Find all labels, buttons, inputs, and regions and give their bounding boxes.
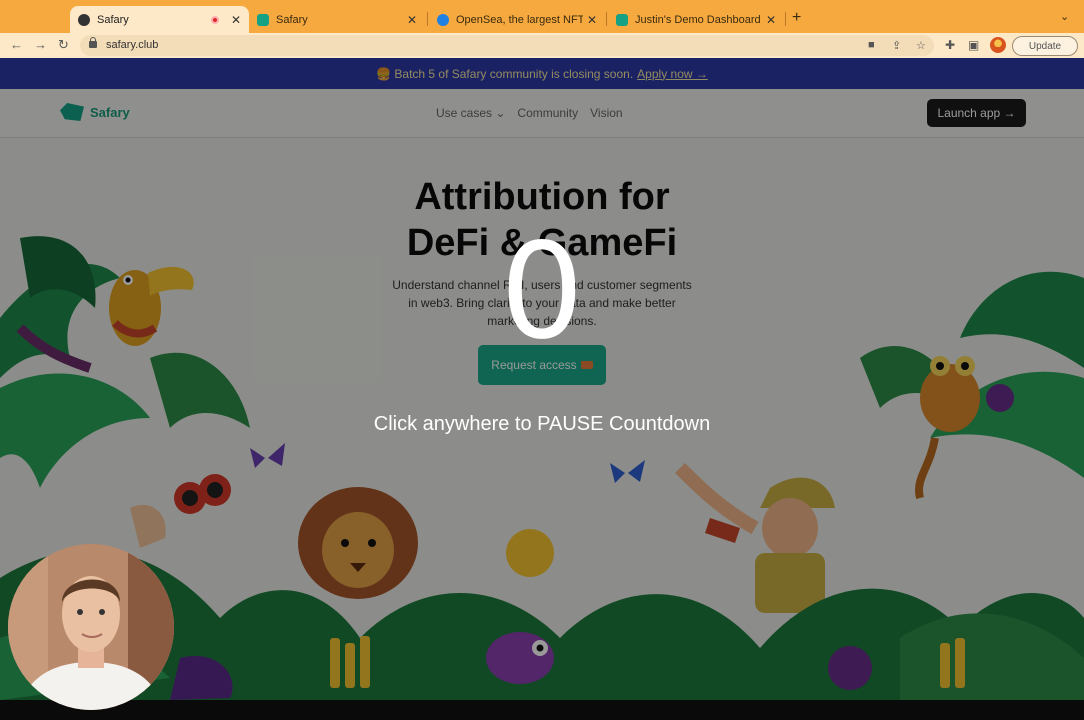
address-bar[interactable]: safary.club ■ ⇪ ☆ bbox=[80, 35, 934, 56]
tab-title: OpenSea, the largest NFT mar bbox=[456, 13, 583, 26]
tab-dashboard[interactable]: Justin's Demo Dashboard [Dem ✕ bbox=[608, 6, 784, 33]
tab-title: Justin's Demo Dashboard [Dem bbox=[635, 13, 762, 26]
reload-icon[interactable]: ↻ bbox=[58, 37, 69, 53]
forward-arrow-icon[interactable]: → bbox=[34, 37, 47, 52]
bookmark-star-icon[interactable]: ☆ bbox=[916, 39, 926, 52]
extensions-puzzle-icon[interactable]: ✚ bbox=[945, 38, 955, 52]
close-tab-icon[interactable]: ✕ bbox=[231, 13, 241, 27]
lock-icon bbox=[89, 37, 97, 48]
back-arrow-icon[interactable]: ← bbox=[10, 37, 23, 52]
side-panel-icon[interactable]: ▣ bbox=[968, 38, 979, 52]
tab-safary[interactable]: Safary ✕ bbox=[249, 6, 425, 33]
opensea-favicon-icon bbox=[437, 13, 449, 26]
new-tab-button[interactable]: + bbox=[792, 9, 801, 27]
profile-avatar[interactable] bbox=[990, 37, 1006, 53]
tab-divider bbox=[427, 12, 428, 26]
tab-title: Safary bbox=[97, 13, 129, 26]
update-button[interactable]: Update bbox=[1012, 36, 1078, 56]
tab-safary-active[interactable]: Safary ✕ bbox=[70, 6, 249, 33]
share-icon[interactable]: ⇪ bbox=[892, 39, 901, 52]
browser-toolbar: ← → ↻ safary.club ■ ⇪ ☆ ✚ ▣ Update bbox=[0, 33, 1084, 58]
tab-strip: Safary ✕ Safary ✕ OpenSea, the largest N… bbox=[0, 0, 1084, 33]
tab-search-chevron-icon[interactable]: ⌄ bbox=[1060, 10, 1069, 23]
close-tab-icon[interactable]: ✕ bbox=[407, 13, 417, 27]
webcam-bubble[interactable] bbox=[8, 544, 174, 710]
safary-favicon-icon bbox=[257, 13, 269, 26]
close-tab-icon[interactable]: ✕ bbox=[587, 13, 597, 27]
pause-countdown-hint[interactable]: Click anywhere to PAUSE Countdown bbox=[0, 413, 1084, 436]
tab-divider bbox=[606, 12, 607, 26]
countdown-number: 0 bbox=[500, 215, 584, 369]
tab-title: Safary bbox=[276, 13, 308, 26]
tab-opensea[interactable]: OpenSea, the largest NFT mar ✕ bbox=[429, 6, 605, 33]
recording-icon bbox=[210, 15, 219, 24]
safary-favicon-icon bbox=[616, 13, 628, 26]
camera-icon[interactable]: ■ bbox=[868, 39, 875, 51]
recorder-bottom-bar bbox=[0, 700, 1084, 720]
url-text: safary.club bbox=[106, 39, 159, 51]
tab-divider bbox=[785, 12, 786, 26]
webcam-person-image bbox=[8, 544, 174, 710]
globe-icon bbox=[78, 13, 90, 26]
close-tab-icon[interactable]: ✕ bbox=[766, 13, 776, 27]
